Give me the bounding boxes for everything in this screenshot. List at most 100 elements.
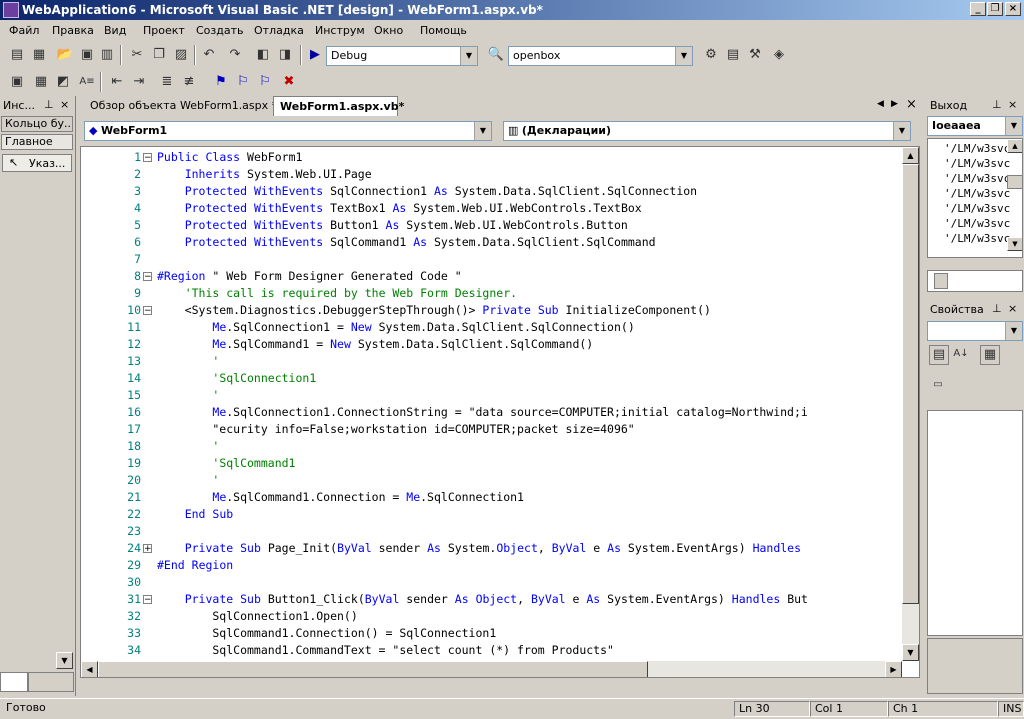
code-line[interactable]: Inherits System.Web.UI.Page bbox=[157, 166, 372, 183]
open-icon[interactable]: 📂 bbox=[56, 46, 74, 64]
menu-edit[interactable]: Правка bbox=[52, 24, 94, 37]
code-line[interactable]: "ecurity info=False;workstation id=COMPU… bbox=[157, 421, 634, 438]
increase-indent-icon[interactable]: ⇥ bbox=[130, 73, 148, 91]
vertical-scroll-thumb[interactable] bbox=[902, 164, 919, 604]
config-combo[interactable]: Debug ▼ bbox=[326, 46, 478, 66]
start-debug-icon[interactable]: ▶ bbox=[306, 46, 324, 64]
menu-help[interactable]: Помощь bbox=[420, 24, 467, 37]
menu-window[interactable]: Окно bbox=[374, 24, 403, 37]
code-line[interactable]: End Sub bbox=[157, 506, 234, 523]
save-all-icon[interactable]: ▥ bbox=[98, 46, 116, 64]
pin-icon[interactable]: ⊥ bbox=[992, 98, 1004, 114]
code-line[interactable]: 'SqlCommand1 bbox=[157, 455, 295, 472]
next-bookmark-icon[interactable]: ⚐ bbox=[234, 73, 252, 91]
code-line[interactable]: 'SqlConnection1 bbox=[157, 370, 316, 387]
code-line[interactable]: 'This call is required by the Web Form D… bbox=[157, 285, 517, 302]
code-line[interactable]: Private Sub Page_Init(ByVal sender As Sy… bbox=[157, 540, 801, 557]
chevron-down-icon[interactable]: ▼ bbox=[460, 47, 477, 65]
prev-bookmark-icon[interactable]: ⚐ bbox=[256, 73, 274, 91]
tab-scroll-left-icon[interactable]: ◀ bbox=[877, 99, 884, 109]
undo-icon[interactable]: ↶ bbox=[200, 46, 218, 64]
object-members-icon[interactable]: ▣ bbox=[8, 73, 26, 91]
properties-icon[interactable]: ▤ bbox=[724, 46, 742, 64]
restore-button[interactable]: ❐ bbox=[987, 2, 1003, 16]
expand-icon[interactable]: + bbox=[143, 544, 152, 554]
pointer-tool[interactable]: ↖ Указ... bbox=[2, 154, 72, 172]
toolbox-tab-ring[interactable]: Кольцо бу... bbox=[1, 116, 73, 132]
uncomment-icon[interactable]: ≢ bbox=[180, 73, 198, 91]
code-line[interactable]: #End Region bbox=[157, 557, 233, 574]
clear-bookmarks-icon[interactable]: ✖ bbox=[280, 73, 298, 91]
scroll-down-icon[interactable]: ▼ bbox=[56, 652, 73, 669]
scroll-up-icon[interactable]: ▲ bbox=[902, 147, 919, 164]
properties-grid[interactable] bbox=[927, 410, 1023, 636]
code-line[interactable]: ' bbox=[157, 387, 219, 404]
code-line[interactable]: Private Sub Button1_Click(ByVal sender A… bbox=[157, 591, 808, 608]
menu-project[interactable]: Проект bbox=[143, 24, 185, 37]
tab-scroll-right-icon[interactable]: ▶ bbox=[891, 99, 898, 109]
new-project-icon[interactable]: ▤ bbox=[8, 46, 26, 64]
code-line[interactable]: SqlConnection1.Open() bbox=[157, 608, 357, 625]
toolbox-bottom-tab-2[interactable] bbox=[28, 672, 74, 692]
code-line[interactable]: Protected WithEvents SqlConnection1 As S… bbox=[157, 183, 697, 200]
tab-webform-aspx[interactable]: WebForm1.aspx * bbox=[180, 99, 277, 112]
close-icon[interactable]: × bbox=[1008, 98, 1020, 114]
cut-icon[interactable]: ✂ bbox=[128, 46, 146, 64]
toolbox-icon[interactable]: ⚒ bbox=[746, 46, 764, 64]
save-icon[interactable]: ▣ bbox=[78, 46, 96, 64]
navigate-icon[interactable]: ◧ bbox=[254, 46, 272, 64]
scroll-left-icon[interactable]: ◀ bbox=[81, 661, 98, 677]
comment-icon[interactable]: ≣ bbox=[158, 73, 176, 91]
find-combo[interactable]: openbox ▼ bbox=[508, 46, 693, 66]
find-in-files-icon[interactable]: 🔍 bbox=[487, 46, 505, 64]
toolbox-tab-main[interactable]: Главное bbox=[1, 134, 73, 150]
collapse-icon[interactable]: − bbox=[143, 306, 152, 316]
output-horizontal-scrollbar[interactable] bbox=[927, 270, 1023, 292]
code-line[interactable]: ' bbox=[157, 353, 219, 370]
menu-build[interactable]: Создать bbox=[196, 24, 244, 37]
properties-object-combo[interactable]: ▼ bbox=[927, 321, 1023, 341]
class-combo[interactable]: ◆ WebForm1 ▼ bbox=[84, 121, 492, 141]
editor-vertical-scrollbar[interactable]: ▲ ▼ bbox=[902, 147, 919, 661]
chevron-down-icon[interactable]: ▼ bbox=[893, 122, 910, 140]
property-pages-icon[interactable]: ▦ bbox=[980, 345, 1000, 365]
output-scroll-thumb[interactable] bbox=[1007, 175, 1022, 189]
minimize-button[interactable]: _ bbox=[970, 2, 986, 16]
code-line[interactable]: Protected WithEvents TextBox1 As System.… bbox=[157, 200, 642, 217]
tab-object-browser[interactable]: Обзор объекта bbox=[90, 99, 176, 112]
code-line[interactable]: ' bbox=[157, 472, 219, 489]
close-icon[interactable]: × bbox=[1008, 302, 1020, 318]
code-line[interactable]: Public Class WebForm1 bbox=[157, 149, 302, 166]
code-line[interactable]: SqlCommand1.CommandText = "select count … bbox=[157, 642, 614, 659]
add-item-icon[interactable]: ▦ bbox=[30, 46, 48, 64]
pin-icon[interactable]: ⊥ bbox=[44, 98, 56, 114]
code-line[interactable]: #Region " Web Form Designer Generated Co… bbox=[157, 268, 462, 285]
solution-explorer-icon[interactable]: ⚙ bbox=[702, 46, 720, 64]
code-line[interactable]: <System.Diagnostics.DebuggerStepThrough(… bbox=[157, 302, 711, 319]
close-icon[interactable]: × bbox=[60, 98, 72, 114]
editor-horizontal-scrollbar[interactable]: ◀ ▶ bbox=[81, 661, 902, 677]
navigate-forward-icon[interactable]: ◨ bbox=[276, 46, 294, 64]
menu-tools[interactable]: Инструм bbox=[315, 24, 365, 37]
method-combo[interactable]: ▥ (Декларации) ▼ bbox=[503, 121, 911, 141]
chevron-down-icon[interactable]: ▼ bbox=[474, 122, 491, 140]
decrease-indent-icon[interactable]: ⇤ bbox=[108, 73, 126, 91]
toggle-bookmark-icon[interactable]: ⚑ bbox=[212, 73, 230, 91]
redo-icon[interactable]: ↷ bbox=[226, 46, 244, 64]
collapse-icon[interactable]: − bbox=[143, 153, 152, 163]
chevron-down-icon[interactable]: ▼ bbox=[675, 47, 692, 65]
horizontal-scroll-thumb[interactable] bbox=[98, 661, 648, 677]
code-line[interactable]: Me.SqlConnection1 = New System.Data.SqlC… bbox=[157, 319, 634, 336]
code-line[interactable]: Me.SqlConnection1.ConnectionString = "da… bbox=[157, 404, 807, 421]
close-button[interactable]: × bbox=[1005, 2, 1021, 16]
menu-view[interactable]: Вид bbox=[104, 24, 126, 37]
code-line[interactable]: SqlCommand1.Connection() = SqlConnection… bbox=[157, 625, 496, 642]
parameter-info-icon[interactable]: ▦ bbox=[32, 73, 50, 91]
code-editor[interactable]: 1−2 3 4 5 6 7 8−9 10−11 12 13 14 15 16 17 18 19 20 21 22 23… bbox=[80, 146, 920, 678]
chevron-down-icon[interactable]: ▼ bbox=[1005, 117, 1022, 135]
output-hscroll-thumb[interactable] bbox=[934, 273, 948, 289]
paste-icon[interactable]: ▨ bbox=[172, 46, 190, 64]
alphabetical-icon[interactable]: A↓ bbox=[952, 345, 970, 363]
events-icon[interactable]: ▭ bbox=[929, 376, 947, 394]
code-line[interactable]: ' bbox=[157, 438, 219, 455]
